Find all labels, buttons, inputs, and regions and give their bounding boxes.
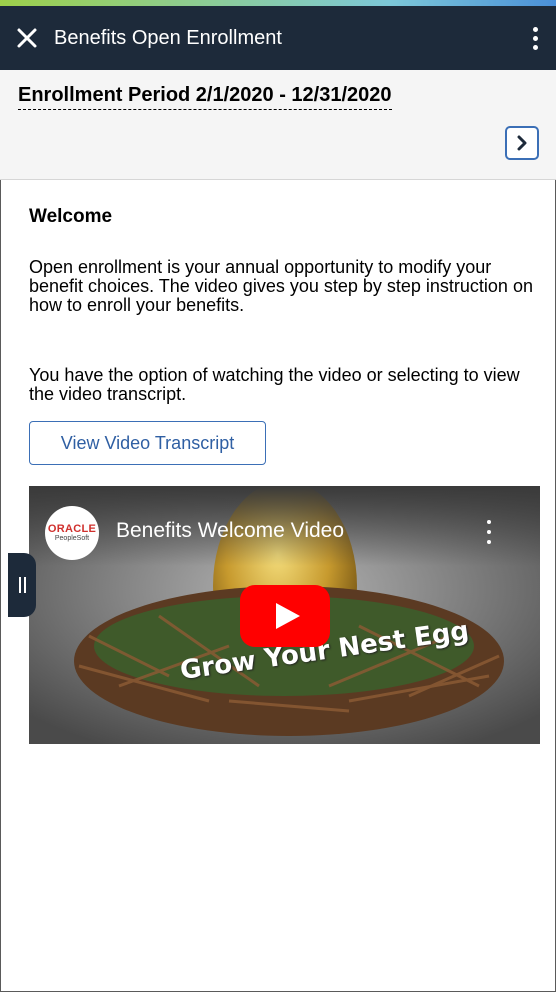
- video-player[interactable]: ORACLE PeopleSoft Benefits Welcome Video…: [29, 486, 540, 744]
- view-transcript-button[interactable]: View Video Transcript: [29, 421, 266, 465]
- page-title: Benefits Open Enrollment: [54, 26, 282, 49]
- header-bar: Benefits Open Enrollment: [0, 6, 556, 70]
- ellipsis-dot: [487, 530, 491, 534]
- close-icon: [17, 28, 37, 48]
- chevron-right-icon: [517, 135, 527, 151]
- options-paragraph: You have the option of watching the vide…: [29, 365, 520, 404]
- youtube-play-icon: [240, 585, 330, 647]
- actions-menu-button[interactable]: [514, 6, 556, 70]
- handle-bar: [23, 577, 26, 593]
- ellipsis-dot: [532, 35, 538, 41]
- next-button[interactable]: [505, 126, 539, 160]
- logo-subtext: PeopleSoft: [54, 534, 90, 542]
- welcome-heading: Welcome: [29, 206, 113, 227]
- video-title[interactable]: Benefits Welcome Video: [116, 519, 344, 543]
- ellipsis-dot: [532, 44, 538, 50]
- intro-paragraph: Open enrollment is your annual opportuni…: [29, 257, 533, 315]
- video-menu-button[interactable]: [485, 520, 493, 544]
- logo-text: ORACLE: [47, 522, 97, 535]
- play-button[interactable]: [240, 585, 330, 647]
- side-panel-handle[interactable]: [8, 553, 36, 617]
- enrollment-period-bar: Enrollment Period 2/1/2020 - 12/31/2020: [0, 70, 556, 180]
- vertical-ellipsis-icon: [487, 520, 491, 524]
- channel-logo[interactable]: ORACLE PeopleSoft: [45, 506, 99, 560]
- enrollment-period-title[interactable]: Enrollment Period 2/1/2020 - 12/31/2020: [18, 84, 392, 110]
- close-button[interactable]: [0, 6, 54, 70]
- pause-bars-icon: [18, 577, 21, 593]
- vertical-ellipsis-icon: [532, 26, 538, 32]
- ellipsis-dot: [487, 540, 491, 544]
